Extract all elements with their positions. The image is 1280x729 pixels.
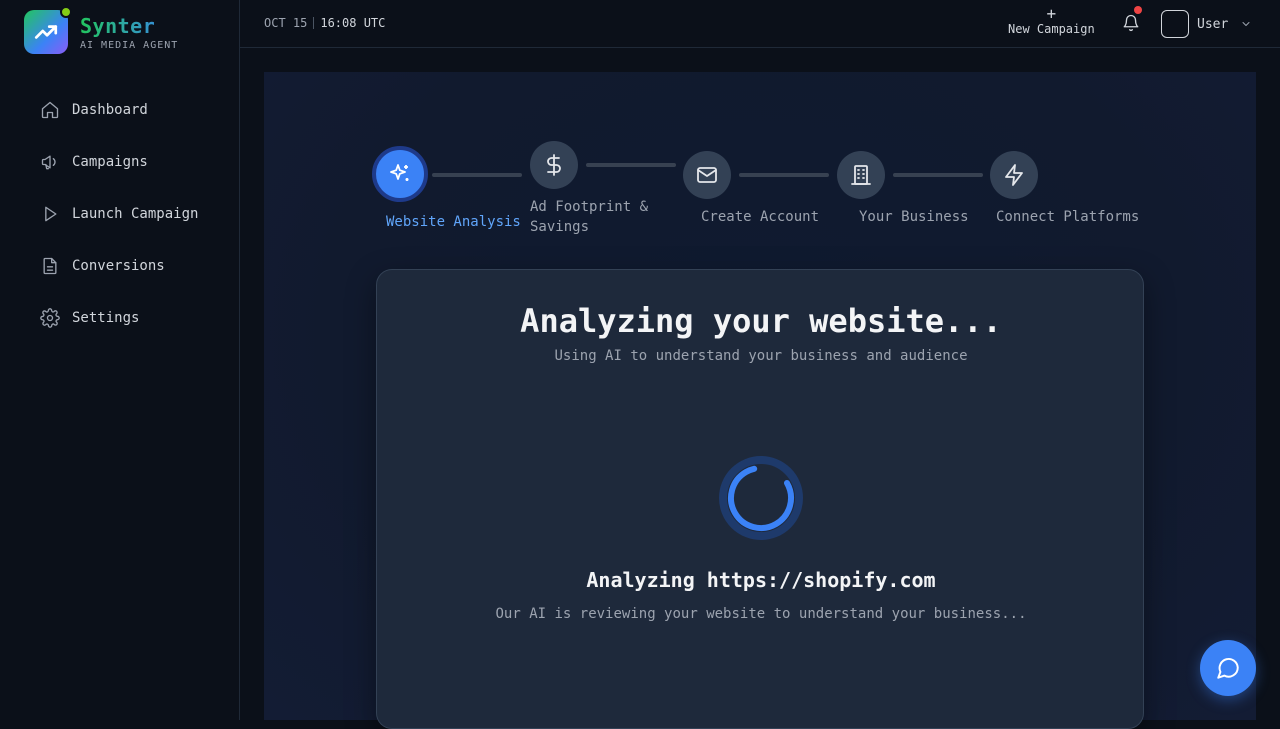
- time-label: 16:08 UTC: [320, 16, 386, 30]
- step-circle: [372, 146, 428, 202]
- analysis-status-detail: Our AI is reviewing your website to unde…: [495, 606, 1027, 622]
- plus-icon: +: [1046, 4, 1057, 23]
- date-label: OCT 15: [264, 16, 308, 30]
- sidebar-item-dashboard[interactable]: Dashboard: [0, 84, 240, 136]
- step-your-business[interactable]: Your Business: [837, 151, 969, 227]
- step-label: Website Analysis: [386, 214, 521, 230]
- analysis-card: Analyzing your website... Using AI to un…: [376, 269, 1144, 729]
- megaphone-icon: [41, 155, 56, 170]
- user-menu[interactable]: User: [1161, 10, 1252, 38]
- sidebar-item-campaigns[interactable]: Campaigns: [0, 136, 240, 188]
- step-connect-platforms[interactable]: Connect Platforms: [990, 151, 1139, 227]
- step-website-analysis[interactable]: Website Analysis: [372, 146, 521, 232]
- chat-button[interactable]: [1200, 640, 1256, 696]
- sidebar-nav: Dashboard Campaigns Launch Campaign Conv…: [0, 84, 240, 344]
- play-icon: [45, 206, 57, 222]
- dollar-icon: [547, 154, 561, 176]
- user-name: User: [1197, 16, 1229, 32]
- brand-subtitle: AI MEDIA AGENT: [80, 39, 179, 51]
- status-dot: [60, 6, 72, 18]
- card-subtitle: Using AI to understand your business and…: [554, 348, 968, 364]
- top-bar: OCT 15 16:08 UTC + New Campaign User: [240, 0, 1280, 48]
- sidebar-item-label: Campaigns: [72, 154, 148, 170]
- sidebar-item-conversions[interactable]: Conversions: [0, 240, 240, 292]
- step-circle: [837, 151, 885, 199]
- building-icon: [851, 165, 871, 185]
- new-campaign-button[interactable]: + New Campaign: [1008, 4, 1095, 37]
- brand-name: Synter: [80, 14, 178, 38]
- sidebar-item-label: Settings: [72, 310, 140, 326]
- divider: [313, 17, 315, 29]
- sidebar-item-label: Dashboard: [72, 102, 148, 118]
- gear-icon: [40, 308, 60, 328]
- document-icon: [43, 257, 57, 275]
- notification-badge: [1134, 6, 1142, 14]
- step-label: Connect Platforms: [996, 209, 1140, 225]
- analysis-status: Analyzing https://shopify.com: [586, 568, 936, 592]
- sidebar-item-settings[interactable]: Settings: [0, 292, 240, 344]
- chat-bubble-icon: [1217, 658, 1239, 679]
- bell-icon: [1123, 14, 1139, 32]
- card-title: Analyzing your website...: [520, 302, 1002, 340]
- step-circle: [530, 141, 578, 189]
- loading-spinner: [719, 456, 803, 540]
- brand[interactable]: Synter AI MEDIA AGENT: [24, 6, 179, 54]
- mail-icon: [697, 167, 717, 183]
- step-ad-footprint[interactable]: Ad Footprint & Savings: [530, 141, 670, 237]
- sidebar-item-label: Launch Campaign: [72, 206, 199, 222]
- datetime: OCT 15 16:08 UTC: [264, 16, 385, 30]
- trending-up-icon: [34, 25, 58, 39]
- logo: [24, 6, 72, 54]
- step-create-account[interactable]: Create Account: [683, 151, 819, 227]
- notifications-button[interactable]: [1122, 6, 1142, 34]
- home-icon: [41, 101, 59, 119]
- step-label: Ad Footprint & Savings: [530, 199, 649, 235]
- sidebar-item-label: Conversions: [72, 258, 165, 274]
- main-content: Website Analysis Ad Footprint & Savings …: [264, 72, 1256, 729]
- sparkles-icon: [390, 164, 409, 181]
- lightning-icon: [1005, 164, 1023, 186]
- sidebar-item-launch-campaign[interactable]: Launch Campaign: [0, 188, 240, 240]
- step-circle: [683, 151, 731, 199]
- avatar: [1161, 10, 1189, 38]
- onboarding-stepper: Website Analysis Ad Footprint & Savings …: [264, 72, 1256, 272]
- step-circle: [990, 151, 1038, 199]
- chevron-down-icon: [1242, 22, 1250, 26]
- step-label: Your Business: [859, 209, 969, 225]
- sidebar: Synter AI MEDIA AGENT Dashboard Campaign…: [0, 0, 240, 720]
- step-label: Create Account: [701, 209, 820, 225]
- new-campaign-label: New Campaign: [1008, 22, 1095, 36]
